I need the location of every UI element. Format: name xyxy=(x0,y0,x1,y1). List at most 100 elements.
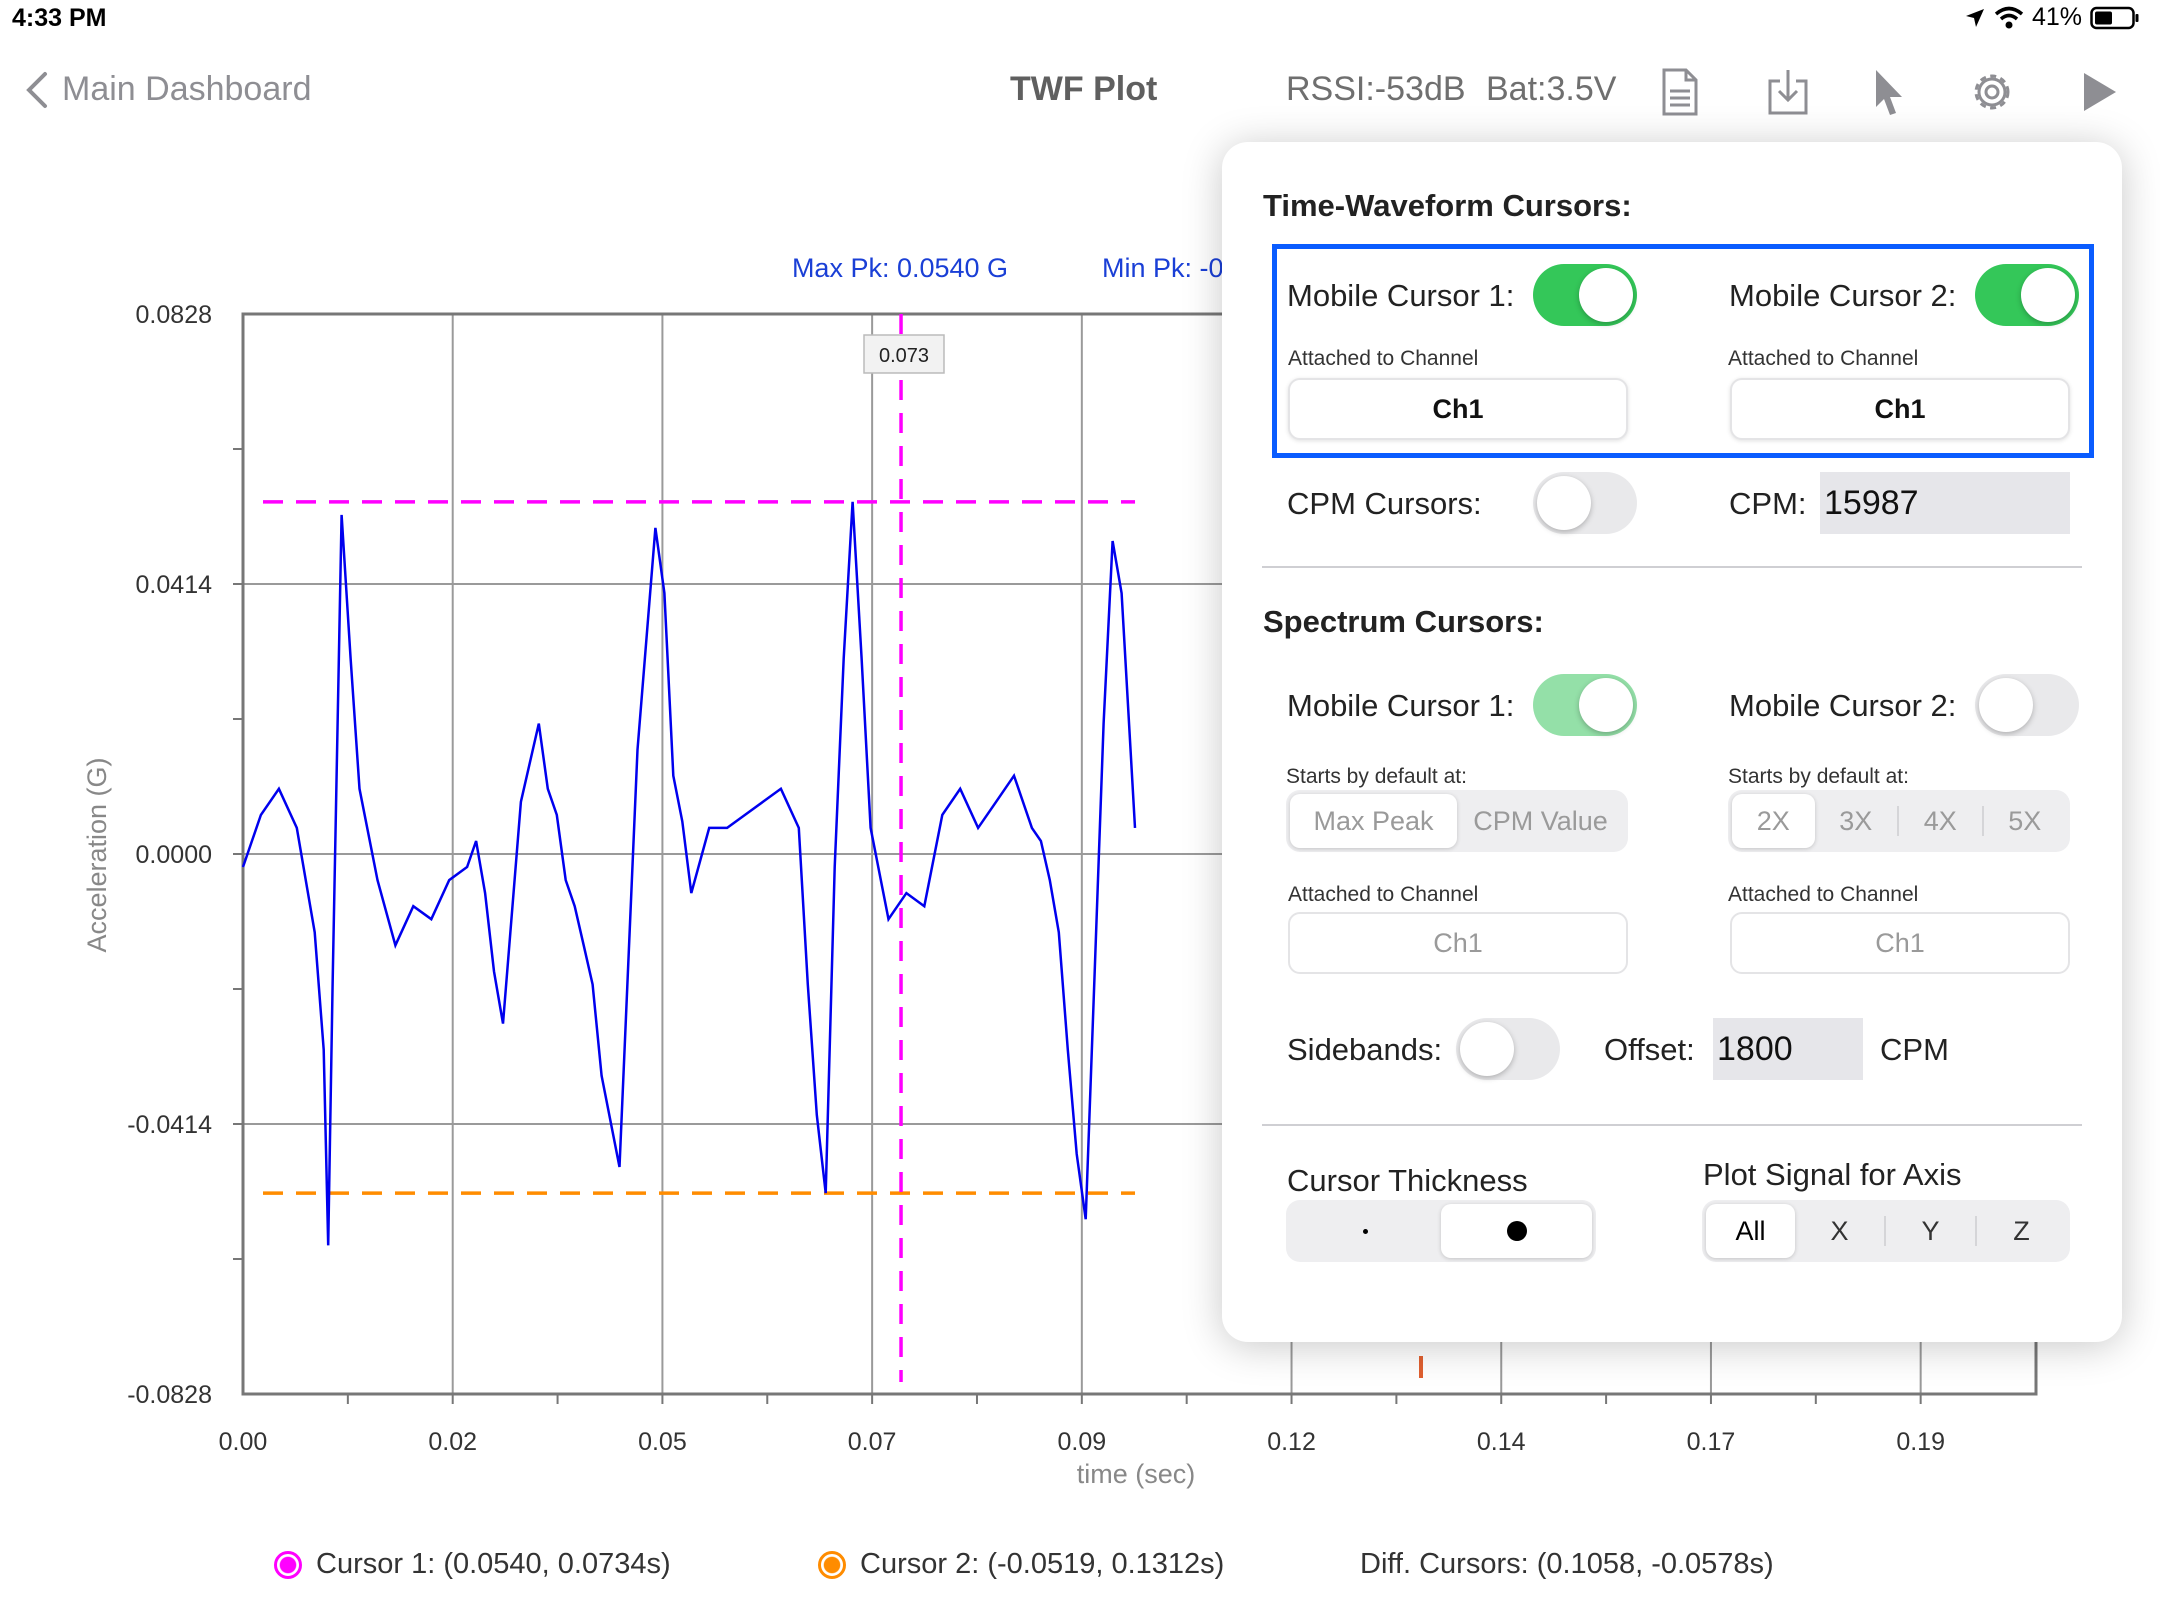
back-label: Main Dashboard xyxy=(62,70,312,108)
y-tick-labels: 0.0828 0.0414 0.0000 -0.0414 -0.0828 xyxy=(127,301,212,1409)
y-tick-label: -0.0414 xyxy=(127,1111,212,1139)
legend-cursor1: Cursor 1: (0.0540, 0.0734s) xyxy=(274,1548,671,1581)
sidebands-label: Sidebands: xyxy=(1287,1032,1443,1067)
download-button[interactable] xyxy=(1758,62,1818,122)
cursor-thickness-label: Cursor Thickness xyxy=(1287,1163,1528,1198)
x-tick-label: 0.05 xyxy=(638,1428,687,1456)
divider-1 xyxy=(1262,566,2082,568)
legend-cursor2: Cursor 2: (-0.0519, 0.1312s) xyxy=(818,1548,1224,1581)
popover-arrow xyxy=(1866,114,1922,144)
x-tick-label: 0.07 xyxy=(848,1428,897,1456)
twf-mc1-toggle[interactable] xyxy=(1533,264,1637,326)
axis-option-y[interactable]: Y xyxy=(1886,1204,1975,1258)
cursor2-dot-icon xyxy=(818,1550,846,1579)
divider-2 xyxy=(1262,1124,2082,1126)
start-option-cpm-value[interactable]: CPM Value xyxy=(1457,794,1624,848)
twf-mc2-label: Mobile Cursor 2: xyxy=(1729,278,1957,313)
settings-button[interactable] xyxy=(1962,62,2022,122)
page-title: TWF Plot xyxy=(1010,70,1158,108)
cpm-label: CPM: xyxy=(1729,486,1807,521)
cpm-value-field[interactable]: 15987 xyxy=(1820,472,2070,534)
cursor-icon xyxy=(1876,70,1902,115)
y-tick-label: 0.0828 xyxy=(136,301,212,329)
twf-mc2-toggle[interactable] xyxy=(1975,264,2079,326)
data-line xyxy=(241,501,1137,1246)
battery-readout: Bat:3.5V xyxy=(1486,70,1617,108)
rssi-readout: RSSI:-53dB xyxy=(1286,70,1466,108)
x-tick-label: 0.00 xyxy=(219,1428,268,1456)
legend-cursor1-text: Cursor 1: (0.0540, 0.0734s) xyxy=(316,1548,671,1580)
spec-mc2-label: Mobile Cursor 2: xyxy=(1729,688,1957,723)
spec-mc1-starts-label: Starts by default at: xyxy=(1286,765,1467,788)
report-icon xyxy=(1662,68,1698,116)
start-option-max-peak[interactable]: Max Peak xyxy=(1290,794,1457,848)
cursor-lines[interactable] xyxy=(263,314,1136,1382)
spec-mc2-starts-label: Starts by default at: xyxy=(1728,765,1909,788)
cpm-cursors-toggle[interactable] xyxy=(1533,472,1637,534)
status-time: 4:33 PM xyxy=(12,4,107,32)
twf-mc2-attached-label: Attached to Channel xyxy=(1728,347,1919,370)
back-button[interactable]: Main Dashboard xyxy=(24,70,311,109)
battery-icon xyxy=(2090,6,2139,29)
location-icon xyxy=(1965,8,1984,27)
spec-mc1-toggle[interactable] xyxy=(1533,674,1637,736)
thin-dot-icon xyxy=(1363,1228,1368,1234)
cursor1-dot-icon xyxy=(274,1550,302,1579)
offset-unit: CPM xyxy=(1880,1032,1949,1067)
axis-signal-segment[interactable]: All X Y Z xyxy=(1702,1200,2070,1262)
y-tick-label: 0.0414 xyxy=(136,571,213,599)
spec-mc2-channel-button[interactable]: Ch1 xyxy=(1730,912,2070,974)
legend-diff: Diff. Cursors: (0.1058, -0.0578s) xyxy=(1360,1548,1774,1581)
x-tick-label: 0.12 xyxy=(1267,1428,1316,1456)
legend-diff-text: Diff. Cursors: (0.1058, -0.0578s) xyxy=(1360,1548,1774,1580)
spec-mc2-attached-label: Attached to Channel xyxy=(1728,883,1919,906)
y-tick-label: 0.0000 xyxy=(136,841,212,869)
x-tick-label: 0.17 xyxy=(1687,1428,1736,1456)
x-axis-label: time (sec) xyxy=(1077,1459,1196,1489)
x-tick-label: 0.09 xyxy=(1057,1428,1106,1456)
x-tick-label: 0.19 xyxy=(1896,1428,1945,1456)
twf-mc1-label: Mobile Cursor 1: xyxy=(1287,278,1515,313)
spec-mc1-channel-button[interactable]: Ch1 xyxy=(1288,912,1628,974)
cpm-cursors-label: CPM Cursors: xyxy=(1287,486,1482,521)
cursor-thickness-segment[interactable] xyxy=(1286,1200,1596,1262)
sidebands-toggle[interactable] xyxy=(1456,1018,1560,1080)
offset-value-field[interactable]: 1800 xyxy=(1713,1018,1863,1080)
axis-option-all[interactable]: All xyxy=(1706,1204,1795,1258)
spec-mc2-toggle[interactable] xyxy=(1975,674,2079,736)
twf-mc1-attached-label: Attached to Channel xyxy=(1288,347,1479,370)
start-option-4x[interactable]: 4X xyxy=(1899,794,1982,848)
download-icon xyxy=(1768,70,1808,115)
axis-option-x[interactable]: X xyxy=(1795,1204,1884,1258)
spec-mc1-attached-label: Attached to Channel xyxy=(1288,883,1479,906)
play-button[interactable] xyxy=(2070,62,2130,122)
chevron-left-icon xyxy=(26,71,47,108)
battery-percent: 41% xyxy=(2031,3,2082,31)
max-peak-label: Max Pk: 0.0540 G xyxy=(792,253,1008,283)
cursor-button[interactable] xyxy=(1858,62,1918,122)
thickness-thick[interactable] xyxy=(1441,1204,1592,1258)
axis-option-z[interactable]: Z xyxy=(1977,1204,2066,1258)
legend-cursor2-text: Cursor 2: (-0.0519, 0.1312s) xyxy=(860,1548,1225,1580)
twf-cursors-title: Time-Waveform Cursors: xyxy=(1263,188,1632,223)
status-indicators: 41% xyxy=(1964,3,2140,32)
wifi-icon xyxy=(1994,6,2024,28)
twf-mc2-channel-button[interactable]: Ch1 xyxy=(1730,378,2070,440)
thick-dot-icon xyxy=(1506,1221,1527,1241)
y-tick-label: -0.0828 xyxy=(127,1381,212,1409)
spec-mc1-start-segment[interactable]: Max Peak CPM Value xyxy=(1286,790,1628,852)
twf-mc1-channel-button[interactable]: Ch1 xyxy=(1288,378,1628,440)
start-option-5x[interactable]: 5X xyxy=(1984,794,2067,848)
spec-mc1-label: Mobile Cursor 1: xyxy=(1287,688,1515,723)
plot-signal-label: Plot Signal for Axis xyxy=(1703,1157,1962,1192)
thickness-thin[interactable] xyxy=(1290,1204,1441,1258)
cursor-tag-value: 0.073 xyxy=(879,345,929,367)
x-tick-label: 0.14 xyxy=(1477,1428,1526,1456)
report-button[interactable] xyxy=(1650,62,1710,122)
start-option-2x[interactable]: 2X xyxy=(1732,794,1815,848)
play-icon xyxy=(2084,73,2116,111)
spec-mc2-start-segment[interactable]: 2X 3X 4X 5X xyxy=(1728,790,2070,852)
cursor-tag[interactable]: 0.073 xyxy=(863,334,945,374)
start-option-3x[interactable]: 3X xyxy=(1815,794,1898,848)
gear-icon xyxy=(1974,74,2010,110)
